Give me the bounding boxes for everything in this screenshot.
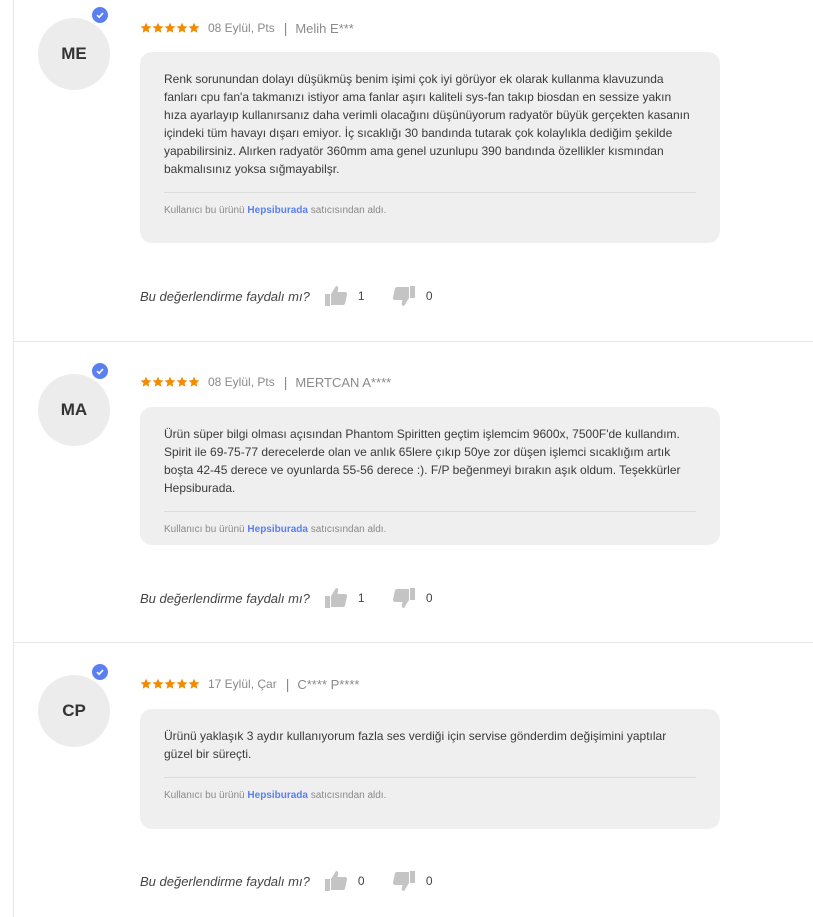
thumbs-up-icon[interactable]: [324, 587, 348, 609]
seller-name-link[interactable]: Hepsiburada: [247, 790, 308, 801]
seller-suffix: satıcısından aldı.: [310, 205, 387, 216]
seller-info: Kullanıcı bu ürünü Hepsiburada satıcısın…: [164, 193, 696, 216]
avatar-initials: ME: [61, 44, 87, 63]
meta-divider: |: [285, 676, 290, 692]
review-date: 17 Eylül, Çar: [208, 677, 277, 691]
star-icon: [176, 678, 188, 689]
avatar-initials: CP: [62, 701, 86, 720]
review-meta: 17 Eylül, Çar | C**** P****: [140, 674, 360, 694]
review-card: CP 17 Eylül, Çar | C**** P**** Ürünü yak…: [0, 643, 813, 917]
star-rating: [140, 678, 200, 690]
star-icon: [140, 376, 152, 387]
review-meta: 08 Eylül, Pts | MERTCAN A****: [140, 372, 391, 392]
helpful-question: Bu değerlendirme faydalı mı?: [140, 288, 310, 304]
seller-info: Kullanıcı bu ürünü Hepsiburada satıcısın…: [164, 512, 696, 535]
review-bubble: Renk sorunundan dolayı düşükmüş benim iş…: [140, 52, 720, 243]
verified-check-icon: [90, 5, 110, 25]
seller-prefix: Kullanıcı bu ürünü: [164, 790, 245, 801]
seller-suffix: satıcısından aldı.: [310, 790, 387, 801]
like-count: 1: [357, 289, 365, 303]
meta-divider: |: [283, 374, 288, 390]
avatar: MA: [38, 361, 110, 446]
star-icon: [176, 22, 188, 33]
star-rating: [140, 376, 200, 388]
helpful-question: Bu değerlendirme faydalı mı?: [140, 873, 310, 889]
review-text: Ürün süper bilgi olması açısından Phanto…: [164, 427, 681, 495]
dislike-count: 0: [425, 591, 433, 605]
review-text: Renk sorunundan dolayı düşükmüş benim iş…: [164, 72, 690, 176]
seller-info: Kullanıcı bu ürünü Hepsiburada satıcısın…: [164, 778, 696, 801]
helpful-section: Bu değerlendirme faydalı mı? 0 0: [140, 869, 446, 893]
thumbs-up-icon[interactable]: [324, 870, 348, 892]
star-icon: [152, 678, 164, 689]
star-icon: [164, 22, 176, 33]
like-count: 0: [357, 874, 365, 888]
star-icon: [140, 678, 152, 689]
star-icon: [164, 678, 176, 689]
review-text: Ürünü yaklaşık 3 aydır kullanıyorum fazl…: [164, 729, 667, 761]
review-date: 08 Eylül, Pts: [208, 21, 275, 35]
review-author: Melih E***: [295, 20, 354, 36]
seller-prefix: Kullanıcı bu ürünü: [164, 205, 245, 216]
dislike-count: 0: [425, 289, 433, 303]
like-count: 1: [357, 591, 365, 605]
review-bubble: Ürünü yaklaşık 3 aydır kullanıyorum fazl…: [140, 709, 720, 829]
verified-check-icon: [90, 662, 110, 682]
star-icon: [152, 376, 164, 387]
review-card: MA 08 Eylül, Pts | MERTCAN A**** Ürün sü…: [0, 342, 813, 642]
review-author: MERTCAN A****: [295, 374, 392, 390]
seller-suffix: satıcısından aldı.: [310, 524, 387, 535]
thumbs-down-icon[interactable]: [392, 285, 416, 307]
verified-check-icon: [90, 361, 110, 381]
avatar: ME: [38, 5, 110, 90]
star-rating: [140, 22, 200, 34]
meta-divider: |: [283, 20, 288, 36]
review-date: 08 Eylül, Pts: [208, 375, 275, 389]
star-icon: [188, 22, 200, 33]
helpful-question: Bu değerlendirme faydalı mı?: [140, 590, 310, 606]
helpful-section: Bu değerlendirme faydalı mı? 1 0: [140, 284, 446, 308]
thumbs-down-icon[interactable]: [392, 587, 416, 609]
thumbs-down-icon[interactable]: [392, 870, 416, 892]
star-icon: [176, 376, 188, 387]
review-meta: 08 Eylül, Pts | Melih E***: [140, 18, 354, 38]
star-icon: [152, 22, 164, 33]
seller-name-link[interactable]: Hepsiburada: [247, 524, 308, 535]
star-icon: [140, 22, 152, 33]
dislike-count: 0: [425, 874, 433, 888]
star-icon: [164, 376, 176, 387]
avatar-initials: MA: [60, 400, 88, 419]
review-author: C**** P****: [297, 676, 360, 692]
star-icon: [188, 376, 200, 387]
seller-prefix: Kullanıcı bu ürünü: [164, 524, 245, 535]
seller-name-link[interactable]: Hepsiburada: [247, 205, 308, 216]
review-bubble: Ürün süper bilgi olması açısından Phanto…: [140, 407, 720, 545]
review-card: ME 08 Eylül, Pts | Melih E*** Renk sorun…: [0, 0, 813, 341]
thumbs-up-icon[interactable]: [324, 285, 348, 307]
avatar: CP: [38, 662, 110, 747]
helpful-section: Bu değerlendirme faydalı mı? 1 0: [140, 586, 446, 610]
star-icon: [188, 678, 200, 689]
